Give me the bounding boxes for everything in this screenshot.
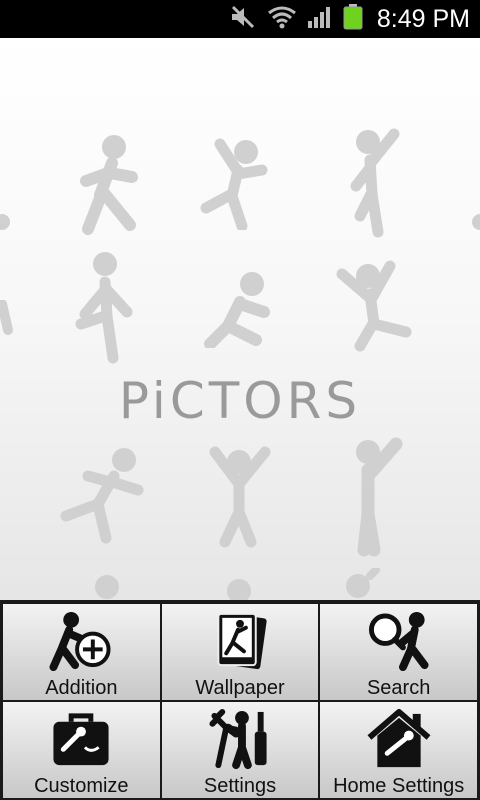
home-tools-icon: [367, 708, 431, 768]
search-button[interactable]: Search: [320, 604, 477, 700]
clock: 8:49 PM: [376, 4, 470, 33]
figure-fragment-icon: [472, 214, 480, 230]
mute-icon: [229, 5, 257, 34]
home-settings-label: Home Settings: [333, 775, 465, 797]
sprinting-figure-icon: [60, 448, 144, 544]
figure-head-icon: [95, 575, 119, 599]
signal-icon: [307, 5, 333, 34]
wallpaper-label: Wallpaper: [195, 677, 285, 699]
settings-label: Settings: [203, 775, 277, 797]
options-menu: Addition Wallpaper Search Customize Sett…: [0, 600, 480, 800]
settings-button[interactable]: Settings: [161, 702, 319, 798]
figure-fragment-icon: [0, 214, 10, 230]
figure-head-icon: [227, 579, 251, 600]
home-wallpaper: PiCTORS: [0, 38, 480, 600]
search-person-icon: [368, 611, 429, 672]
customize-button[interactable]: Customize: [3, 702, 160, 798]
addition-button[interactable]: Addition: [3, 604, 160, 700]
home-settings-button[interactable]: Home Settings: [320, 702, 477, 798]
toolbox-icon: [53, 713, 109, 766]
wifi-icon: [267, 5, 297, 34]
tools-icon: [209, 708, 267, 770]
running-figure-icon: [80, 135, 138, 235]
wallpaper-icon: [217, 612, 267, 670]
add-person-icon: [49, 611, 111, 672]
figure-head-icon: [346, 568, 380, 598]
arms-up-figure-icon: [209, 446, 271, 548]
search-label: Search: [366, 677, 431, 699]
status-bar: 8:49 PM: [0, 0, 480, 38]
figure-fragment-icon: [0, 300, 13, 335]
waving-figure-icon: [356, 437, 403, 557]
dancing-figure-icon: [336, 260, 412, 352]
cheering-figure-icon: [350, 128, 400, 238]
addition-label: Addition: [45, 677, 118, 699]
wallpaper-button[interactable]: Wallpaper: [161, 604, 319, 700]
customize-label: Customize: [34, 775, 129, 797]
sitting-figure-icon: [204, 272, 270, 348]
battery-icon: [343, 3, 363, 35]
walking-figure-icon: [75, 252, 133, 364]
app-logo: PiCTORS: [118, 372, 362, 430]
jumping-figure-icon: [200, 138, 268, 230]
